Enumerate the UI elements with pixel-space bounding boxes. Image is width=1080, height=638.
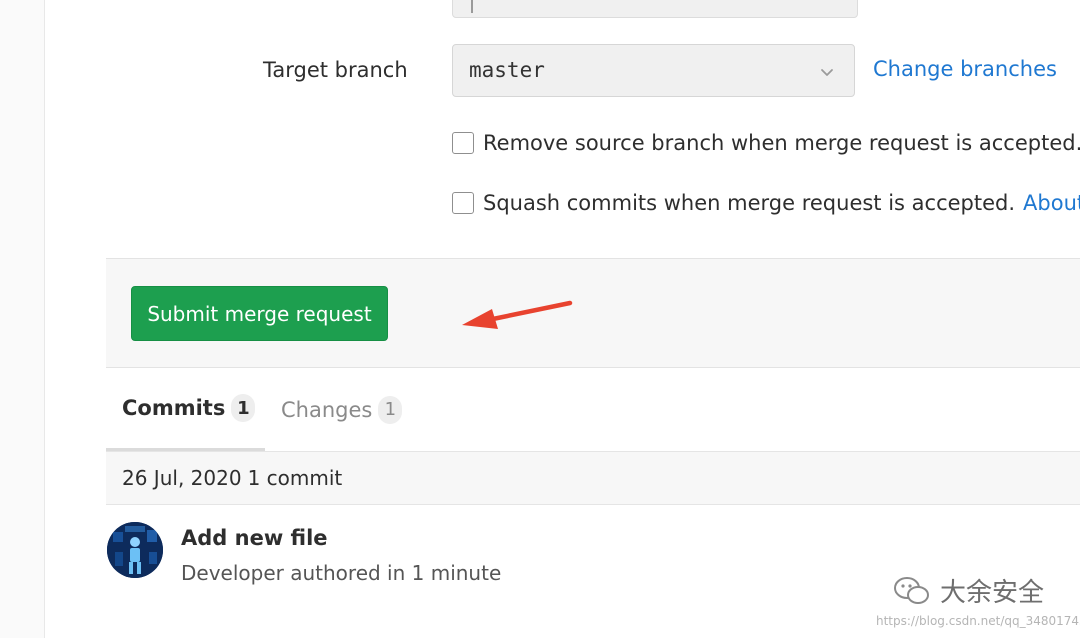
- target-branch-label: Target branch: [263, 58, 408, 82]
- tab-changes[interactable]: Changes 1: [281, 368, 403, 451]
- squash-commits-checkbox[interactable]: [452, 192, 474, 214]
- remove-source-branch-label[interactable]: Remove source branch when merge request …: [483, 131, 1080, 155]
- submit-merge-request-button[interactable]: Submit merge request: [131, 286, 388, 341]
- changes-count-badge: 1: [378, 395, 403, 424]
- watermark-brand: 大余安全: [940, 578, 1045, 608]
- squash-commits-option: Squash commits when merge request is acc…: [452, 191, 1080, 215]
- red-arrow-icon: [462, 300, 573, 329]
- about-squash-link[interactable]: About thi: [1023, 191, 1080, 215]
- wechat-logo-icon: [894, 576, 929, 604]
- commit-author-meta: Developer authored in 1 minute: [181, 561, 502, 585]
- chevron-down-icon: [821, 69, 833, 76]
- avatar-image: [107, 522, 163, 578]
- tab-commits-label: Commits: [122, 396, 226, 420]
- merge-request-tabs: Commits 1 Changes 1: [106, 368, 1080, 452]
- change-branches-link[interactable]: Change branches: [873, 57, 1057, 81]
- tab-changes-label: Changes: [281, 397, 373, 422]
- left-sidebar-rail: [0, 0, 45, 638]
- commits-count-badge: 1: [231, 394, 256, 422]
- form-actions-bar: Submit merge request: [106, 258, 1080, 368]
- commit-day-date: 26 Jul, 2020: [122, 466, 242, 490]
- text-cursor: [471, 0, 473, 13]
- target-branch-select[interactable]: master: [452, 44, 855, 97]
- commit-day-count: 1 commit: [247, 466, 343, 490]
- target-branch-value: master: [469, 58, 545, 82]
- source-branch-select[interactable]: [452, 0, 858, 18]
- watermark: 大余安全: [892, 572, 1044, 609]
- remove-source-branch-checkbox[interactable]: [452, 132, 474, 154]
- watermark-url: https://blog.csdn.net/qq_34801745: [876, 614, 1080, 628]
- tab-commits[interactable]: Commits 1: [106, 368, 265, 451]
- remove-source-branch-option: Remove source branch when merge request …: [452, 131, 1080, 155]
- avatar[interactable]: [107, 522, 163, 578]
- squash-commits-label[interactable]: Squash commits when merge request is acc…: [483, 191, 1015, 215]
- commit-day-header: 26 Jul, 2020 1 commit: [106, 452, 1080, 505]
- commit-title[interactable]: Add new file: [181, 526, 328, 550]
